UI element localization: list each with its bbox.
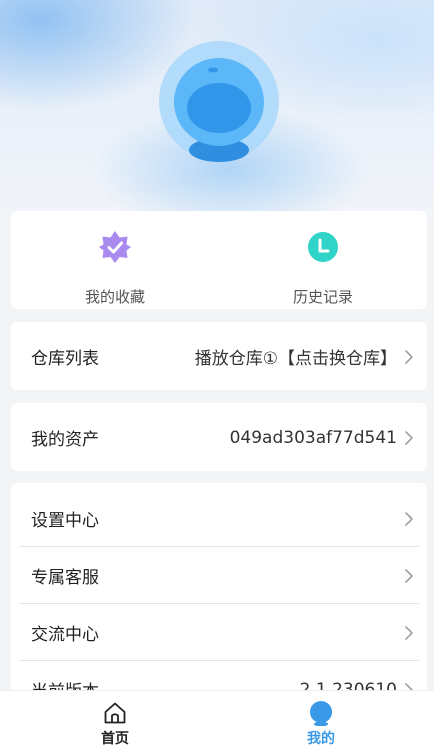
- quick-actions-card: 我的收藏 历史记录: [11, 211, 427, 309]
- chevron-right-icon: [405, 430, 413, 445]
- chevron-right-icon: [405, 568, 413, 583]
- history-label: 历史记录: [292, 288, 353, 306]
- tab-home[interactable]: 首页: [65, 691, 165, 753]
- menu-item-version[interactable]: 当前版本 2.1.230610: [11, 661, 427, 693]
- chevron-right-icon: [405, 511, 413, 526]
- menu-item-label: 交流中心: [31, 625, 99, 645]
- assets-title: 我的资产: [31, 430, 99, 450]
- favorites-label: 我的收藏: [84, 288, 145, 306]
- assets-card: 我的资产 049ad303af77d541: [11, 403, 427, 471]
- bottom-tab-bar: 首页 我的: [0, 690, 434, 753]
- warehouse-title: 仓库列表: [31, 349, 99, 369]
- favorites-button[interactable]: 我的收藏: [11, 211, 219, 309]
- default-avatar-icon[interactable]: [158, 40, 280, 162]
- profile-icon: [308, 700, 334, 726]
- warehouse-card: 仓库列表 播放仓库①【点击换仓库】: [11, 322, 427, 390]
- menu-item-label: 专属客服: [31, 568, 99, 588]
- profile-header: [0, 0, 434, 240]
- tab-profile-label: 我的: [307, 731, 335, 747]
- menu-item-community[interactable]: 交流中心: [11, 604, 427, 661]
- chevron-right-icon: [405, 349, 413, 364]
- tab-profile[interactable]: 我的: [271, 691, 371, 753]
- chevron-right-icon: [405, 625, 413, 640]
- clock-icon: [306, 230, 340, 264]
- menu-item-settings[interactable]: 设置中心: [11, 490, 427, 547]
- home-icon: [102, 700, 128, 726]
- history-button[interactable]: 历史记录: [219, 211, 427, 309]
- settings-menu-card: 设置中心 专属客服 交流中心 当前版本 2.1.230610: [11, 483, 427, 693]
- tab-home-label: 首页: [101, 731, 129, 747]
- menu-item-customer-service[interactable]: 专属客服: [11, 547, 427, 604]
- warehouse-row[interactable]: 仓库列表 播放仓库①【点击换仓库】: [11, 328, 427, 385]
- warehouse-value: 播放仓库①【点击换仓库】: [194, 349, 397, 369]
- assets-value: 049ad303af77d541: [229, 427, 397, 448]
- star-badge-icon: [98, 230, 132, 264]
- assets-row[interactable]: 我的资产 049ad303af77d541: [11, 409, 427, 466]
- menu-item-label: 设置中心: [31, 511, 99, 531]
